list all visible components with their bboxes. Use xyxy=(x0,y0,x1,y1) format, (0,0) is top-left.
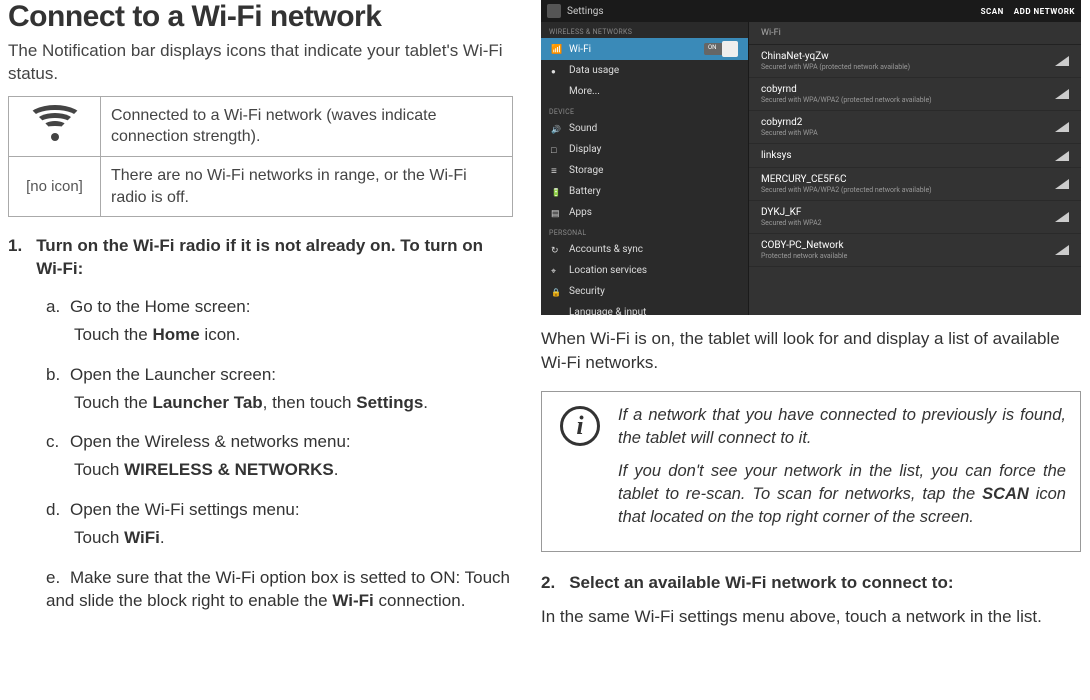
settings-screenshot: Settings SCAN ADD NETWORK WIRELESS & NET… xyxy=(541,0,1081,315)
network-security: Secured with WPA/WPA2 (protected network… xyxy=(761,186,1055,194)
substep-c: c.Open the Wireless & networks menu: Tou… xyxy=(46,430,513,482)
settings-app-icon xyxy=(547,4,561,18)
settings-title: Settings xyxy=(567,6,604,17)
info-paragraph-2: If you don't see your network in the lis… xyxy=(618,460,1066,529)
network-security: Secured with WPA2 xyxy=(761,219,1055,227)
network-name: cobyrnd2 xyxy=(761,117,1055,128)
wifi-signal-icon xyxy=(27,105,83,141)
substep-d: d.Open the Wi-Fi settings menu: Touch Wi… xyxy=(46,498,513,550)
network-security: Secured with WPA (protected network avai… xyxy=(761,63,1055,71)
page-title: Connect to a Wi-Fi network xyxy=(8,0,513,34)
location-icon xyxy=(551,266,561,276)
info-paragraph-1: If a network that you have connected to … xyxy=(618,404,1066,450)
status-noicon-desc: There are no Wi-Fi networks in range, or… xyxy=(101,157,513,217)
storage-icon xyxy=(551,166,561,176)
sidebar-item-wifi[interactable]: Wi-Fi ON xyxy=(541,38,748,60)
network-security: Secured with WPA xyxy=(761,129,1055,137)
status-connected-desc: Connected to a Wi-Fi network (waves indi… xyxy=(101,96,513,156)
network-row[interactable]: cobyrnd2Secured with WPA xyxy=(749,111,1081,144)
scan-button[interactable]: SCAN xyxy=(981,7,1004,16)
add-network-button[interactable]: ADD NETWORK xyxy=(1014,7,1075,16)
info-icon: i xyxy=(560,406,600,446)
info-box: i If a network that you have connected t… xyxy=(541,391,1081,552)
network-name: DYKJ_KF xyxy=(761,207,1055,218)
network-name: ChinaNet-yqZw xyxy=(761,51,1055,62)
step-2-number: 2. xyxy=(541,572,555,595)
network-row[interactable]: COBY-PC_NetworkProtected network availab… xyxy=(749,234,1081,267)
battery-icon xyxy=(551,187,561,197)
sidebar-item-more[interactable]: More... xyxy=(541,81,748,102)
personal-header: PERSONAL xyxy=(541,223,748,239)
signal-icon xyxy=(1055,89,1069,99)
wifi-on-caption: When Wi-Fi is on, the tablet will look f… xyxy=(541,327,1081,375)
signal-icon xyxy=(1055,212,1069,222)
settings-sidebar: WIRELESS & NETWORKS Wi-Fi ON Data usage … xyxy=(541,22,749,315)
step-1-number: 1. xyxy=(8,235,22,281)
sidebar-item-sound[interactable]: Sound xyxy=(541,118,748,139)
network-row[interactable]: ChinaNet-yqZwSecured with WPA (protected… xyxy=(749,45,1081,78)
step-1-text: Turn on the Wi-Fi radio if it is not alr… xyxy=(36,235,513,281)
sync-icon xyxy=(551,245,561,255)
wifi-icon xyxy=(551,44,561,54)
sidebar-item-language[interactable]: Language & input xyxy=(541,302,748,315)
step-1: 1. Turn on the Wi-Fi radio if it is not … xyxy=(8,235,513,281)
signal-icon xyxy=(1055,179,1069,189)
wireless-networks-header: WIRELESS & NETWORKS xyxy=(541,22,748,38)
wifi-panel-header: Wi-Fi xyxy=(749,22,1081,45)
network-name: linksys xyxy=(761,150,1055,161)
no-icon-label: [no icon] xyxy=(26,178,83,195)
sidebar-item-battery[interactable]: Battery xyxy=(541,181,748,202)
network-security: Protected network available xyxy=(761,252,1055,260)
sidebar-item-security[interactable]: Security xyxy=(541,281,748,302)
step-2-text: Select an available Wi-Fi network to con… xyxy=(569,572,953,595)
substep-e: e.Make sure that the Wi-Fi option box is… xyxy=(46,566,513,614)
step-2-desc: In the same Wi-Fi settings menu above, t… xyxy=(541,605,1081,629)
signal-icon xyxy=(1055,56,1069,66)
network-row[interactable]: MERCURY_CE5F6CSecured with WPA/WPA2 (pro… xyxy=(749,168,1081,201)
sidebar-item-apps[interactable]: Apps xyxy=(541,202,748,223)
apps-icon xyxy=(551,208,561,218)
wifi-status-table: Connected to a Wi-Fi network (waves indi… xyxy=(8,96,513,217)
step-2: 2. Select an available Wi-Fi network to … xyxy=(541,572,1081,595)
signal-icon xyxy=(1055,122,1069,132)
network-name: COBY-PC_Network xyxy=(761,240,1055,251)
network-name: MERCURY_CE5F6C xyxy=(761,174,1055,185)
device-header: DEVICE xyxy=(541,102,748,118)
network-list: ChinaNet-yqZwSecured with WPA (protected… xyxy=(749,45,1081,267)
speaker-icon xyxy=(551,124,561,134)
signal-icon xyxy=(1055,151,1069,161)
lock-icon xyxy=(551,287,561,297)
sidebar-item-accounts[interactable]: Accounts & sync xyxy=(541,239,748,260)
intro-text: The Notification bar displays icons that… xyxy=(8,40,513,86)
network-security: Secured with WPA/WPA2 (protected network… xyxy=(761,96,1055,104)
substep-b: b.Open the Launcher screen: Touch the La… xyxy=(46,363,513,415)
wifi-toggle[interactable]: ON xyxy=(704,43,738,55)
sidebar-item-location[interactable]: Location services xyxy=(541,260,748,281)
signal-icon xyxy=(1055,245,1069,255)
data-usage-icon xyxy=(551,66,561,76)
substep-a: a.Go to the Home screen: Touch the Home … xyxy=(46,295,513,347)
sidebar-item-display[interactable]: Display xyxy=(541,139,748,160)
network-row[interactable]: cobyrndSecured with WPA/WPA2 (protected … xyxy=(749,78,1081,111)
sidebar-item-storage[interactable]: Storage xyxy=(541,160,748,181)
display-icon xyxy=(551,145,561,155)
network-row[interactable]: linksys xyxy=(749,144,1081,168)
network-row[interactable]: DYKJ_KFSecured with WPA2 xyxy=(749,201,1081,234)
network-name: cobyrnd xyxy=(761,84,1055,95)
sidebar-item-data-usage[interactable]: Data usage xyxy=(541,60,748,81)
